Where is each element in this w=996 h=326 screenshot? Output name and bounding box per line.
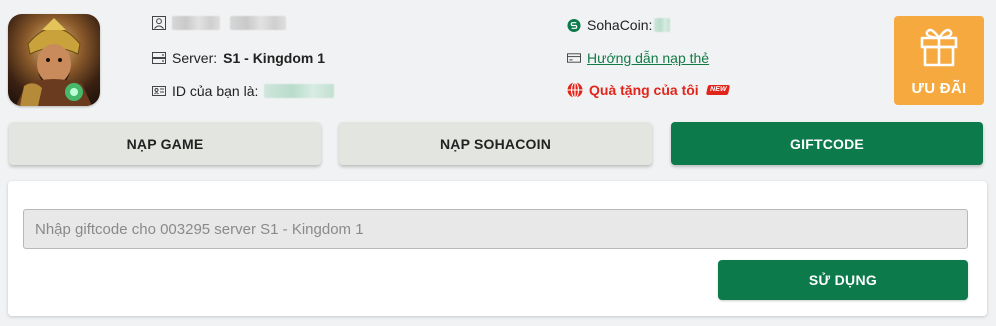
my-gifts-link[interactable]: Quà tặng của tôi bbox=[589, 81, 699, 99]
server-icon bbox=[152, 51, 166, 65]
sohacoin-value-blurred bbox=[654, 18, 671, 32]
new-badge: NEW bbox=[705, 85, 731, 95]
giftcode-panel: SỬ DỤNG bbox=[8, 181, 987, 316]
server-label: Server: bbox=[172, 50, 218, 66]
username-suffix-blurred bbox=[230, 16, 286, 30]
id-card-icon bbox=[152, 84, 166, 98]
tab-giftcode-label: GIFTCODE bbox=[790, 135, 864, 152]
tab-nap-game-label: NẠP GAME bbox=[126, 135, 204, 152]
use-giftcode-button[interactable]: SỬ DỤNG bbox=[718, 260, 968, 300]
sohacoin-row: SohaCoin: bbox=[567, 16, 671, 34]
gift-icon bbox=[920, 28, 958, 67]
tab-nap-game[interactable]: NẠP GAME bbox=[9, 122, 321, 165]
tab-nap-sohacoin[interactable]: NẠP SOHACOIN bbox=[339, 122, 652, 165]
guide-link[interactable]: Hướng dẫn nạp thẻ bbox=[587, 49, 709, 67]
tab-giftcode[interactable]: GIFTCODE bbox=[671, 122, 983, 165]
user-id-row: ID của bạn là: bbox=[152, 82, 335, 100]
card-icon bbox=[567, 51, 581, 65]
sohacoin-label: SohaCoin: bbox=[587, 17, 653, 33]
promo-button[interactable]: ƯU ĐÃI bbox=[894, 16, 984, 105]
user-id-value-blurred bbox=[264, 84, 335, 98]
giftcode-input[interactable] bbox=[23, 209, 968, 249]
sohacoin-icon bbox=[567, 18, 581, 33]
game-avatar bbox=[8, 14, 100, 106]
tab-nap-sohacoin-label: NẠP SOHACOIN bbox=[439, 135, 552, 152]
my-gifts-row[interactable]: Quà tặng của tôi NEW bbox=[567, 81, 731, 99]
guide-row[interactable]: Hướng dẫn nạp thẻ bbox=[567, 49, 709, 67]
username-row bbox=[152, 16, 286, 30]
server-row: Server: S1 - Kingdom 1 bbox=[152, 49, 325, 67]
warrior-portrait-icon bbox=[16, 18, 92, 106]
server-value: S1 - Kingdom 1 bbox=[223, 50, 326, 66]
user-icon bbox=[152, 16, 166, 30]
user-id-label: ID của bạn là: bbox=[172, 83, 259, 99]
username-value-blurred bbox=[172, 16, 220, 30]
promo-label: ƯU ĐÃI bbox=[911, 80, 967, 97]
globe-gift-icon bbox=[567, 82, 583, 98]
